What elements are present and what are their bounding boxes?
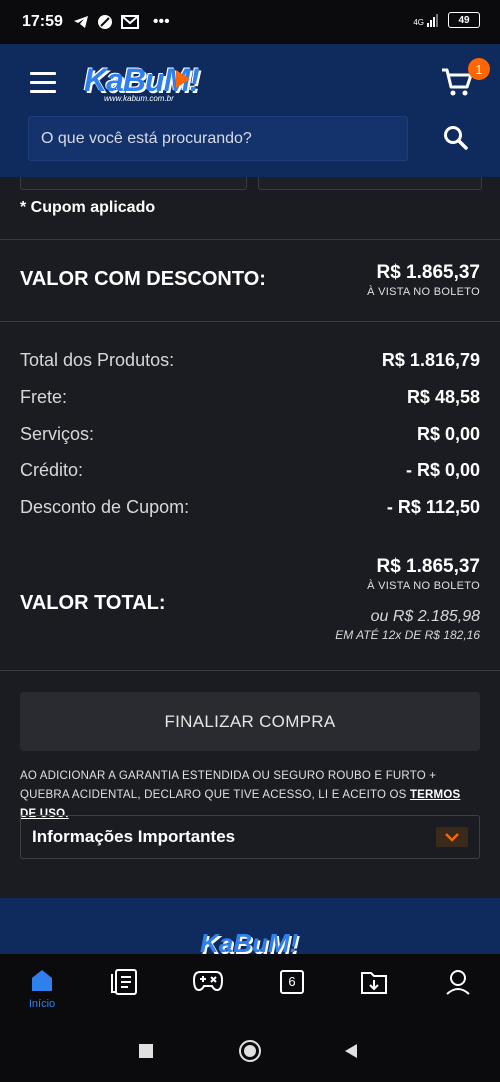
status-bar: 17:59 ••• 4G 49 — [0, 0, 500, 44]
catalog-icon — [111, 969, 137, 995]
discount-value-block: R$ 1.865,37 À VISTA NO BOLETO — [367, 262, 480, 298]
recent-apps-button[interactable] — [139, 1044, 153, 1058]
summary-row-shipping: Frete: R$ 48,58 — [20, 387, 480, 408]
chevron-down-icon[interactable] — [436, 827, 468, 847]
nav-downloads[interactable] — [354, 968, 394, 1018]
coupon-fields — [0, 177, 500, 191]
summary-value: R$ 0,00 — [416, 424, 480, 444]
summary-value: R$ 48,58 — [406, 387, 480, 407]
compass-icon — [97, 15, 112, 29]
installment-detail: EM ATÉ 12x DE R$ 182,16 — [335, 628, 480, 642]
nav-games[interactable] — [188, 968, 228, 1018]
summary-label: Crédito: — [20, 460, 84, 480]
discount-value-label: VALOR COM DESCONTO: — [20, 268, 266, 290]
home-system-button[interactable] — [239, 1040, 261, 1062]
summary-value: R$ 1.816,79 — [381, 350, 480, 370]
total-price: R$ 1.865,37 — [376, 556, 480, 577]
nav-home-label: Início — [28, 998, 56, 1010]
home-icon — [32, 970, 52, 991]
nav-catalog[interactable] — [104, 968, 144, 1018]
summary-label: Total dos Produtos: — [20, 350, 175, 370]
divider — [0, 239, 500, 240]
nav-home[interactable]: Início — [22, 968, 62, 1018]
total-value-block: R$ 1.865,37 À VISTA NO BOLETO ou R$ 2.18… — [335, 556, 480, 642]
summary-row-credit: Crédito: - R$ 0,00 — [20, 460, 480, 481]
back-icon[interactable] — [343, 1043, 359, 1059]
bottom-nav: Início 6 — [0, 954, 500, 1022]
footer-logo: KaBuM! — [200, 928, 299, 954]
search-input[interactable] — [29, 128, 393, 149]
search-icon — [444, 126, 468, 150]
coupon-input-partial[interactable] — [20, 177, 247, 190]
system-navigation — [0, 1022, 500, 1082]
user-icon — [446, 970, 470, 995]
nav-coupons[interactable]: 6 — [272, 968, 312, 1018]
important-info-accordion[interactable]: Informações Importantes — [20, 815, 480, 859]
search-box — [28, 116, 408, 161]
discount-value-price: R$ 1.865,37 — [376, 262, 480, 283]
summary-row-products: Total dos Produtos: R$ 1.816,79 — [20, 350, 480, 371]
gmail-icon — [120, 15, 139, 29]
folder-download-icon — [361, 972, 387, 994]
coupon-number: 6 — [288, 974, 296, 989]
installment-price: ou R$ 2.185,98 — [370, 608, 480, 625]
more-notifications-icon: ••• — [152, 13, 170, 30]
divider — [0, 321, 500, 322]
total-value-label: VALOR TOTAL: — [20, 592, 166, 614]
total-note: À VISTA NO BOLETO — [367, 580, 480, 592]
summary-row-services: Serviços: R$ 0,00 — [20, 424, 480, 445]
summary-value: - R$ 0,00 — [405, 460, 480, 480]
logo-arrow-icon — [176, 70, 190, 88]
summary-label: Serviços: — [20, 424, 95, 444]
checkout-button[interactable]: FINALIZAR COMPRA — [20, 692, 480, 751]
signal-icon: 4G — [413, 13, 438, 27]
coupon-applied-note: * Cupom aplicado — [20, 199, 156, 216]
menu-icon[interactable] — [30, 72, 56, 93]
discount-value-note: À VISTA NO BOLETO — [367, 286, 480, 298]
footer: KaBuM! — [0, 898, 500, 954]
battery-icon: 49 — [448, 12, 480, 28]
site-header: KaBuM! www.kabum.com.br 1 — [0, 44, 500, 177]
summary-label: Frete: — [20, 387, 68, 407]
disclaimer-text: AO ADICIONAR A GARANTIA ESTENDIDA OU SEG… — [20, 770, 437, 801]
cart-count-badge: 1 — [468, 58, 490, 80]
summary-row-coupon-discount: Desconto de Cupom: - R$ 112,50 — [20, 497, 480, 518]
telegram-icon — [73, 16, 88, 28]
accordion-title: Informações Importantes — [32, 827, 236, 846]
gamepad-icon — [192, 971, 224, 992]
coupon-button-partial[interactable] — [258, 177, 482, 190]
nav-account[interactable] — [438, 968, 478, 1018]
logo-url: www.kabum.com.br — [104, 94, 174, 103]
summary-label: Desconto de Cupom: — [20, 497, 190, 517]
status-time: 17:59 — [22, 13, 63, 30]
summary-value: - R$ 112,50 — [386, 497, 480, 517]
search-button[interactable] — [436, 118, 476, 158]
divider — [0, 670, 500, 671]
